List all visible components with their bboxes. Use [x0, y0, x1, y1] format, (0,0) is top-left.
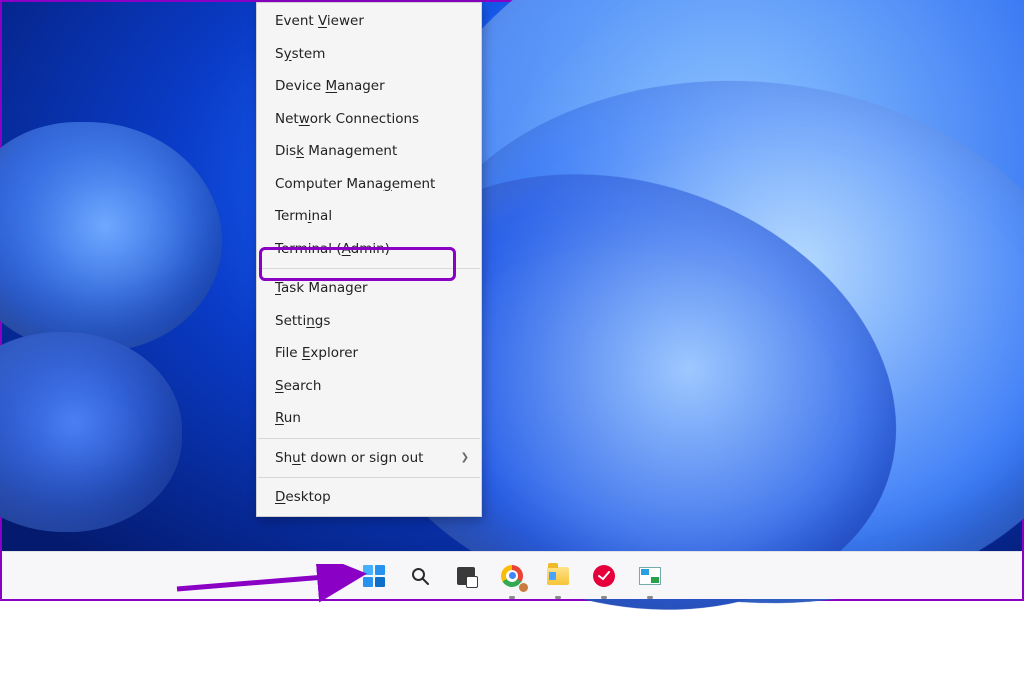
- menu-item-accelerator: D: [275, 489, 285, 505]
- menu-item-label-pre: Terminal (: [275, 241, 342, 257]
- menu-item-accelerator: M: [325, 78, 337, 94]
- running-indicator-icon: [601, 596, 607, 599]
- explorer-icon: [547, 567, 569, 585]
- menu-item-label-pre: Net: [275, 111, 299, 127]
- menu-item-label-post: Management: [304, 143, 397, 159]
- menu-item-accelerator: k: [296, 143, 304, 159]
- menu-item-label-post: esktop: [285, 489, 330, 505]
- menu-item-label-post: ork Connections: [310, 111, 419, 127]
- menu-item-terminal-admin[interactable]: Terminal (Admin): [257, 233, 481, 266]
- menu-item-label-post: xplorer: [310, 345, 358, 361]
- cp-icon: [639, 567, 661, 585]
- profile-badge-icon: [518, 582, 529, 593]
- search-icon: [410, 566, 430, 586]
- menu-item-event-viewer[interactable]: Event Viewer: [257, 5, 481, 38]
- file-explorer-app[interactable]: [539, 557, 577, 595]
- menu-item-disk-management[interactable]: Disk Management: [257, 135, 481, 168]
- start-icon: [363, 565, 385, 587]
- menu-item-terminal[interactable]: Terminal: [257, 200, 481, 233]
- menu-item-accelerator: A: [342, 241, 351, 257]
- menu-item-label-post: dmin): [351, 241, 390, 257]
- menu-divider: [258, 477, 480, 478]
- taskview-icon: [457, 567, 475, 585]
- menu-item-label-post: stem: [292, 46, 326, 62]
- menu-item-computer-management[interactable]: Computer Management: [257, 168, 481, 201]
- menu-item-label-pre: Device: [275, 78, 325, 94]
- menu-item-settings[interactable]: Settings: [257, 305, 481, 338]
- menu-item-accelerator: y: [284, 46, 292, 62]
- menu-divider: [258, 438, 480, 439]
- power-user-menu: Event ViewerSystemDevice ManagerNetwork …: [256, 2, 482, 517]
- menu-item-device-manager[interactable]: Device Manager: [257, 70, 481, 103]
- menu-item-label-post: iewer: [327, 13, 364, 29]
- menu-item-label-post: anager: [337, 78, 385, 94]
- menu-item-accelerator: w: [299, 111, 310, 127]
- chrome-app[interactable]: [493, 557, 531, 595]
- menu-item-label-pre: File: [275, 345, 302, 361]
- running-indicator-icon: [555, 596, 561, 599]
- search-button[interactable]: [401, 557, 439, 595]
- running-indicator-icon: [647, 596, 653, 599]
- menu-item-accelerator: g: [383, 176, 392, 192]
- menu-item-accelerator: S: [275, 378, 284, 394]
- menu-item-label-post: ement: [392, 176, 436, 192]
- menu-item-label-post: earch: [284, 378, 322, 394]
- wallpaper-shape: [0, 332, 182, 532]
- menu-item-network-connections[interactable]: Network Connections: [257, 103, 481, 136]
- taskbar: [2, 551, 1022, 599]
- menu-item-label-post: ask Manager: [281, 280, 368, 296]
- menu-item-accelerator: R: [275, 410, 284, 426]
- menu-item-task-manager[interactable]: Task Manager: [257, 272, 481, 305]
- desktop-wallpaper: [2, 2, 1022, 599]
- menu-item-label-pre: Computer Mana: [275, 176, 383, 192]
- redapp-icon: [593, 565, 615, 587]
- menu-item-label-post: un: [284, 410, 301, 426]
- menu-item-label-pre: Setti: [275, 313, 306, 329]
- task-view-button[interactable]: [447, 557, 485, 595]
- menu-item-label-pre: Sh: [275, 450, 292, 466]
- pinned-app[interactable]: [585, 557, 623, 595]
- menu-item-label-pre: S: [275, 46, 284, 62]
- chevron-right-icon: ❯: [461, 442, 469, 475]
- menu-divider: [258, 268, 480, 269]
- menu-item-label-pre: Dis: [275, 143, 296, 159]
- running-indicator-icon: [509, 596, 515, 599]
- menu-item-label-pre: Term: [275, 208, 308, 224]
- menu-item-label-post: nal: [312, 208, 333, 224]
- menu-item-shut-down-or-sign-out[interactable]: Shut down or sign out ❯: [257, 442, 481, 475]
- menu-item-accelerator: n: [306, 313, 315, 329]
- menu-item-file-explorer[interactable]: File Explorer: [257, 337, 481, 370]
- menu-item-search[interactable]: Search: [257, 370, 481, 403]
- menu-item-accelerator: V: [318, 13, 327, 29]
- start-button[interactable]: [355, 557, 393, 595]
- wallpaper-shape: [0, 122, 222, 352]
- menu-item-label-post: gs: [315, 313, 331, 329]
- menu-item-system[interactable]: System: [257, 38, 481, 71]
- menu-item-accelerator: u: [292, 450, 301, 466]
- menu-item-label-post: t down or sign out: [301, 450, 424, 466]
- control-panel-app[interactable]: [631, 557, 669, 595]
- menu-item-desktop[interactable]: Desktop: [257, 481, 481, 514]
- menu-item-run[interactable]: Run: [257, 402, 481, 435]
- menu-item-label-pre: Event: [275, 13, 318, 29]
